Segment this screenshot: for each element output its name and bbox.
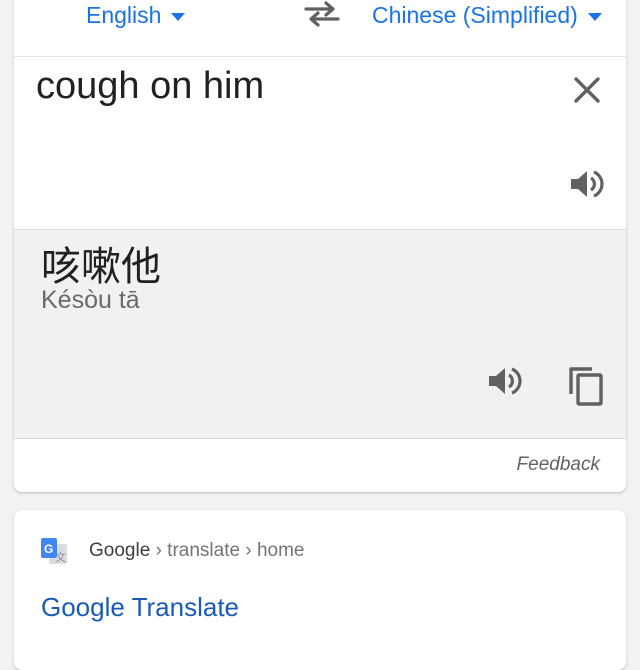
source-text-input[interactable]: cough on him	[36, 65, 264, 108]
chevron-down-icon	[171, 12, 186, 21]
language-bar: English Chinese (Simplified)	[14, 0, 626, 57]
result-breadcrumb: Google › translate › home	[89, 540, 304, 562]
source-language-selector[interactable]: English	[86, 0, 186, 30]
breadcrumb-separator: ›	[245, 540, 252, 561]
search-result-card[interactable]: 文 G Google › translate › home Google Tra…	[14, 510, 626, 670]
listen-translation-button[interactable]	[486, 364, 524, 398]
source-input-area[interactable]: cough on him	[14, 57, 626, 230]
copy-translation-button[interactable]	[566, 364, 606, 408]
source-language-label: English	[86, 1, 162, 28]
swap-languages-button[interactable]	[302, 0, 342, 28]
breadcrumb-separator: ›	[155, 540, 162, 561]
close-icon	[574, 77, 600, 103]
result-title-link[interactable]: Google Translate	[41, 592, 239, 623]
svg-text:G: G	[44, 542, 53, 556]
breadcrumb-path-translate: translate	[167, 540, 241, 561]
copy-icon	[569, 367, 603, 406]
breadcrumb-path-home: home	[256, 540, 305, 561]
translated-text: 咳嗽他	[41, 244, 161, 290]
translate-card: English Chinese (Simplified) cough on hi…	[14, 0, 626, 492]
translation-output-area: 咳嗽他 Késòu tā	[14, 230, 626, 439]
feedback-link[interactable]: Feedback	[517, 454, 600, 476]
listen-source-button[interactable]	[568, 167, 606, 201]
speaker-icon	[489, 367, 522, 395]
translate-icon: 文 G	[41, 538, 67, 564]
swap-arrows-icon	[304, 1, 340, 27]
speaker-icon	[571, 170, 604, 198]
chevron-down-icon	[587, 12, 602, 21]
target-language-selector[interactable]: Chinese (Simplified)	[372, 0, 602, 30]
target-language-label: Chinese (Simplified)	[372, 1, 578, 28]
romanization-text: Késòu tā	[41, 286, 140, 314]
google-translate-favicon: 文 G	[40, 537, 68, 565]
clear-text-button[interactable]	[570, 73, 604, 107]
breadcrumb-site: Google	[89, 540, 151, 561]
